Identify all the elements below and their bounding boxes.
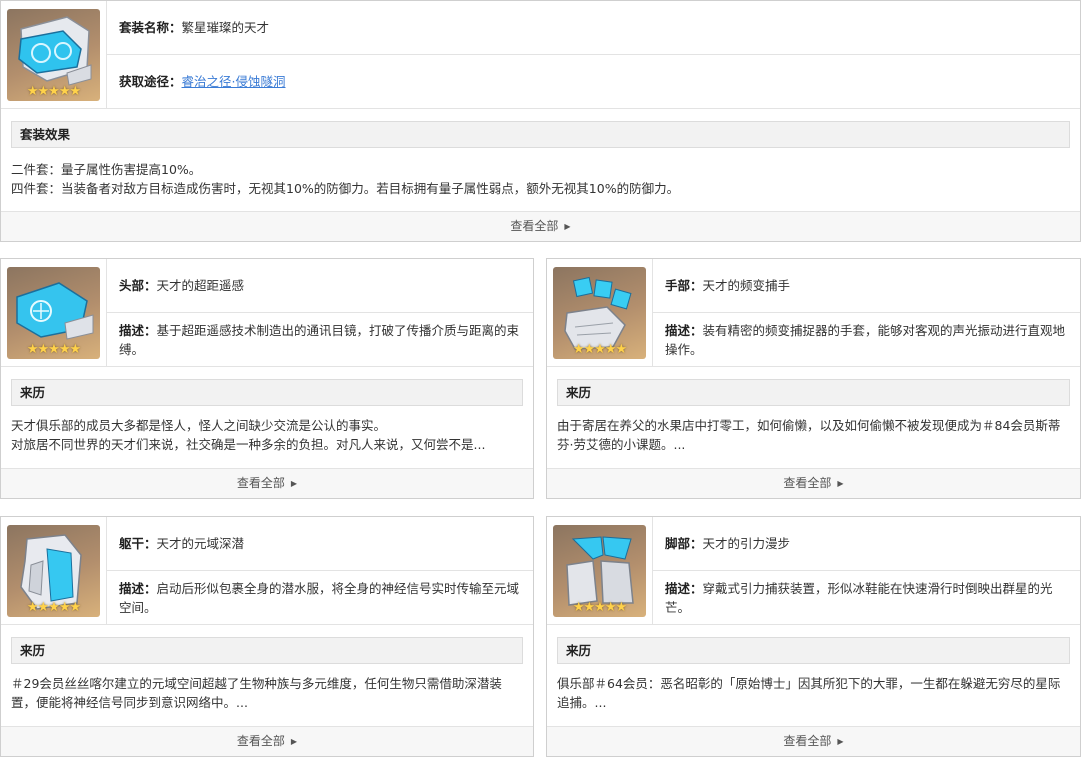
desc-label: 描述：	[119, 580, 157, 596]
set-source-label: 获取途径：	[119, 74, 182, 89]
piece-desc: 启动后形似包裹全身的潜水服，将全身的神经信号实时传输至元域空间。	[119, 580, 520, 615]
piece-desc-row: 描述：启动后形似包裹全身的潜水服，将全身的神经信号实时传输至元域空间。	[107, 571, 533, 624]
set-header: ★★★★★ 套装名称： 繁星璀璨的天才 获取途径： 睿治之径·侵蚀隧洞	[1, 1, 1080, 109]
goggles-icon: ★★★★★	[7, 267, 100, 359]
piece-desc: 基于超距遥感技术制造出的通讯目镜，打破了传播介质与距离的束缚。	[119, 322, 520, 357]
rarity-stars: ★★★★★	[26, 600, 81, 615]
set-effect-line: 二件套：量子属性伤害提高10%。	[11, 162, 202, 177]
history-title: 来历	[11, 379, 523, 406]
desc-label: 描述：	[665, 580, 703, 596]
piece-icon-cell: ★★★★★	[547, 517, 653, 624]
set-source-link[interactable]: 睿治之径·侵蚀隧洞	[182, 72, 286, 91]
set-name-label: 套装名称：	[119, 20, 182, 35]
piece-icon-cell: ★★★★★	[547, 259, 653, 366]
piece-name: 天才的频变捕手	[702, 278, 791, 293]
set-source-row: 获取途径： 睿治之径·侵蚀隧洞	[107, 55, 1080, 108]
piece-icon-cell: ★★★★★	[1, 259, 107, 366]
caret-right-icon: ▶	[290, 737, 298, 746]
glove-icon: ★★★★★	[553, 267, 646, 359]
piece-card-head: ★★★★★ 头部： 天才的超距遥感 描述：基于超距遥感技术制造出的通讯目镜，打破…	[0, 258, 534, 499]
set-card: ★★★★★ 套装名称： 繁星璀璨的天才 获取途径： 睿治之径·侵蚀隧洞 套装效果…	[0, 0, 1081, 242]
piece-name-row: 躯干： 天才的元域深潜	[107, 517, 533, 571]
view-all-button[interactable]: 查看全部 ▶	[547, 726, 1080, 756]
piece-header: ★★★★★ 手部： 天才的频变捕手 描述：装有精密的频变捕捉器的手套，能够对客观…	[547, 259, 1080, 367]
desc-label: 描述：	[119, 322, 157, 338]
history-title: 来历	[557, 379, 1070, 406]
boots-icon: ★★★★★	[553, 525, 646, 617]
set-name-row: 套装名称： 繁星璀璨的天才	[107, 1, 1080, 55]
view-all-button[interactable]: 查看全部 ▶	[1, 726, 533, 756]
caret-right-icon: ▶	[837, 479, 844, 488]
caret-right-icon: ▶	[290, 479, 298, 488]
rarity-stars: ★★★★★	[26, 84, 81, 99]
piece-desc: 装有精密的频变捕捉器的手套，能够对客观的声光振动进行直观地操作。	[665, 322, 1066, 357]
history-title: 来历	[11, 637, 523, 664]
piece-desc-row: 描述：穿戴式引力捕获装置，形似冰鞋能在快速滑行时倒映出群星的光芒。	[653, 571, 1080, 624]
view-all-button[interactable]: 查看全部 ▶	[1, 468, 533, 498]
history-text: 俱乐部＃64会员：恶名昭彰的「原始博士」因其所犯下的大罪，一生都在躲避无穷尽的星…	[557, 676, 1061, 710]
rarity-stars: ★★★★★	[572, 600, 627, 615]
rarity-stars: ★★★★★	[26, 342, 81, 357]
piece-name-row: 手部： 天才的频变捕手	[653, 259, 1080, 313]
piece-name: 天才的元域深潜	[156, 536, 245, 551]
set-icon-cell: ★★★★★	[1, 1, 107, 108]
slot-label: 手部：	[665, 278, 703, 293]
piece-card-hands: ★★★★★ 手部： 天才的频变捕手 描述：装有精密的频变捕捉器的手套，能够对客观…	[546, 258, 1081, 499]
piece-desc-row: 描述：基于超距遥感技术制造出的通讯目镜，打破了传播介质与距离的束缚。	[107, 313, 533, 366]
piece-name-row: 头部： 天才的超距遥感	[107, 259, 533, 313]
piece-header: ★★★★★ 躯干： 天才的元域深潜 描述：启动后形似包裹全身的潜水服，将全身的神…	[1, 517, 533, 625]
set-effect-text: 二件套：量子属性伤害提高10%。 四件套：当装备者对敌方目标造成伤害时，无视其1…	[1, 148, 1080, 198]
desc-label: 描述：	[665, 322, 703, 338]
piece-desc-row: 描述：装有精密的频变捕捉器的手套，能够对客观的声光振动进行直观地操作。	[653, 313, 1080, 366]
history-text: 天才俱乐部的成员大多都是怪人，怪人之间缺少交流是公认的事实。 对旅居不同世界的天…	[11, 418, 486, 452]
rarity-stars: ★★★★★	[572, 342, 627, 357]
piece-icon-cell: ★★★★★	[1, 517, 107, 624]
slot-label: 头部：	[119, 278, 157, 293]
set-name: 繁星璀璨的天才	[181, 20, 270, 35]
piece-name: 天才的超距遥感	[156, 278, 245, 293]
piece-desc: 穿戴式引力捕获装置，形似冰鞋能在快速滑行时倒映出群星的光芒。	[665, 580, 1053, 615]
set-effect-title: 套装效果	[11, 121, 1070, 148]
caret-right-icon: ▶	[564, 222, 571, 231]
history-title: 来历	[557, 637, 1070, 664]
history-text: ＃29会员丝丝喀尔建立的元域空间超越了生物种族与多元维度，任何生物只需借助深潜装…	[11, 676, 502, 710]
piece-card-feet: ★★★★★ 脚部： 天才的引力漫步 描述：穿戴式引力捕获装置，形似冰鞋能在快速滑…	[546, 516, 1081, 757]
piece-header: ★★★★★ 头部： 天才的超距遥感 描述：基于超距遥感技术制造出的通讯目镜，打破…	[1, 259, 533, 367]
piece-card-body: ★★★★★ 躯干： 天才的元域深潜 描述：启动后形似包裹全身的潜水服，将全身的神…	[0, 516, 534, 757]
slot-label: 脚部：	[665, 536, 703, 551]
slot-label: 躯干：	[119, 536, 157, 551]
set-view-all-button[interactable]: 查看全部 ▶	[1, 211, 1080, 241]
view-all-label: 查看全部	[236, 476, 285, 490]
suit-icon: ★★★★★	[7, 525, 100, 617]
history-text: 由于寄居在养父的水果店中打零工，如何偷懒，以及如何偷懒不被发现便成为＃84会员斯…	[557, 418, 1061, 452]
set-effect-line: 四件套：当装备者对敌方目标造成伤害时，无视其10%的防御力。若目标拥有量子属性弱…	[11, 181, 680, 196]
view-all-button[interactable]: 查看全部 ▶	[547, 468, 1080, 498]
view-all-label: 查看全部	[783, 734, 832, 748]
piece-name: 天才的引力漫步	[702, 536, 791, 551]
caret-right-icon: ▶	[837, 737, 844, 746]
goggles-icon: ★★★★★	[7, 9, 100, 101]
piece-name-row: 脚部： 天才的引力漫步	[653, 517, 1080, 571]
view-all-label: 查看全部	[783, 476, 832, 490]
view-all-label: 查看全部	[510, 219, 559, 233]
view-all-label: 查看全部	[236, 734, 285, 748]
piece-header: ★★★★★ 脚部： 天才的引力漫步 描述：穿戴式引力捕获装置，形似冰鞋能在快速滑…	[547, 517, 1080, 625]
